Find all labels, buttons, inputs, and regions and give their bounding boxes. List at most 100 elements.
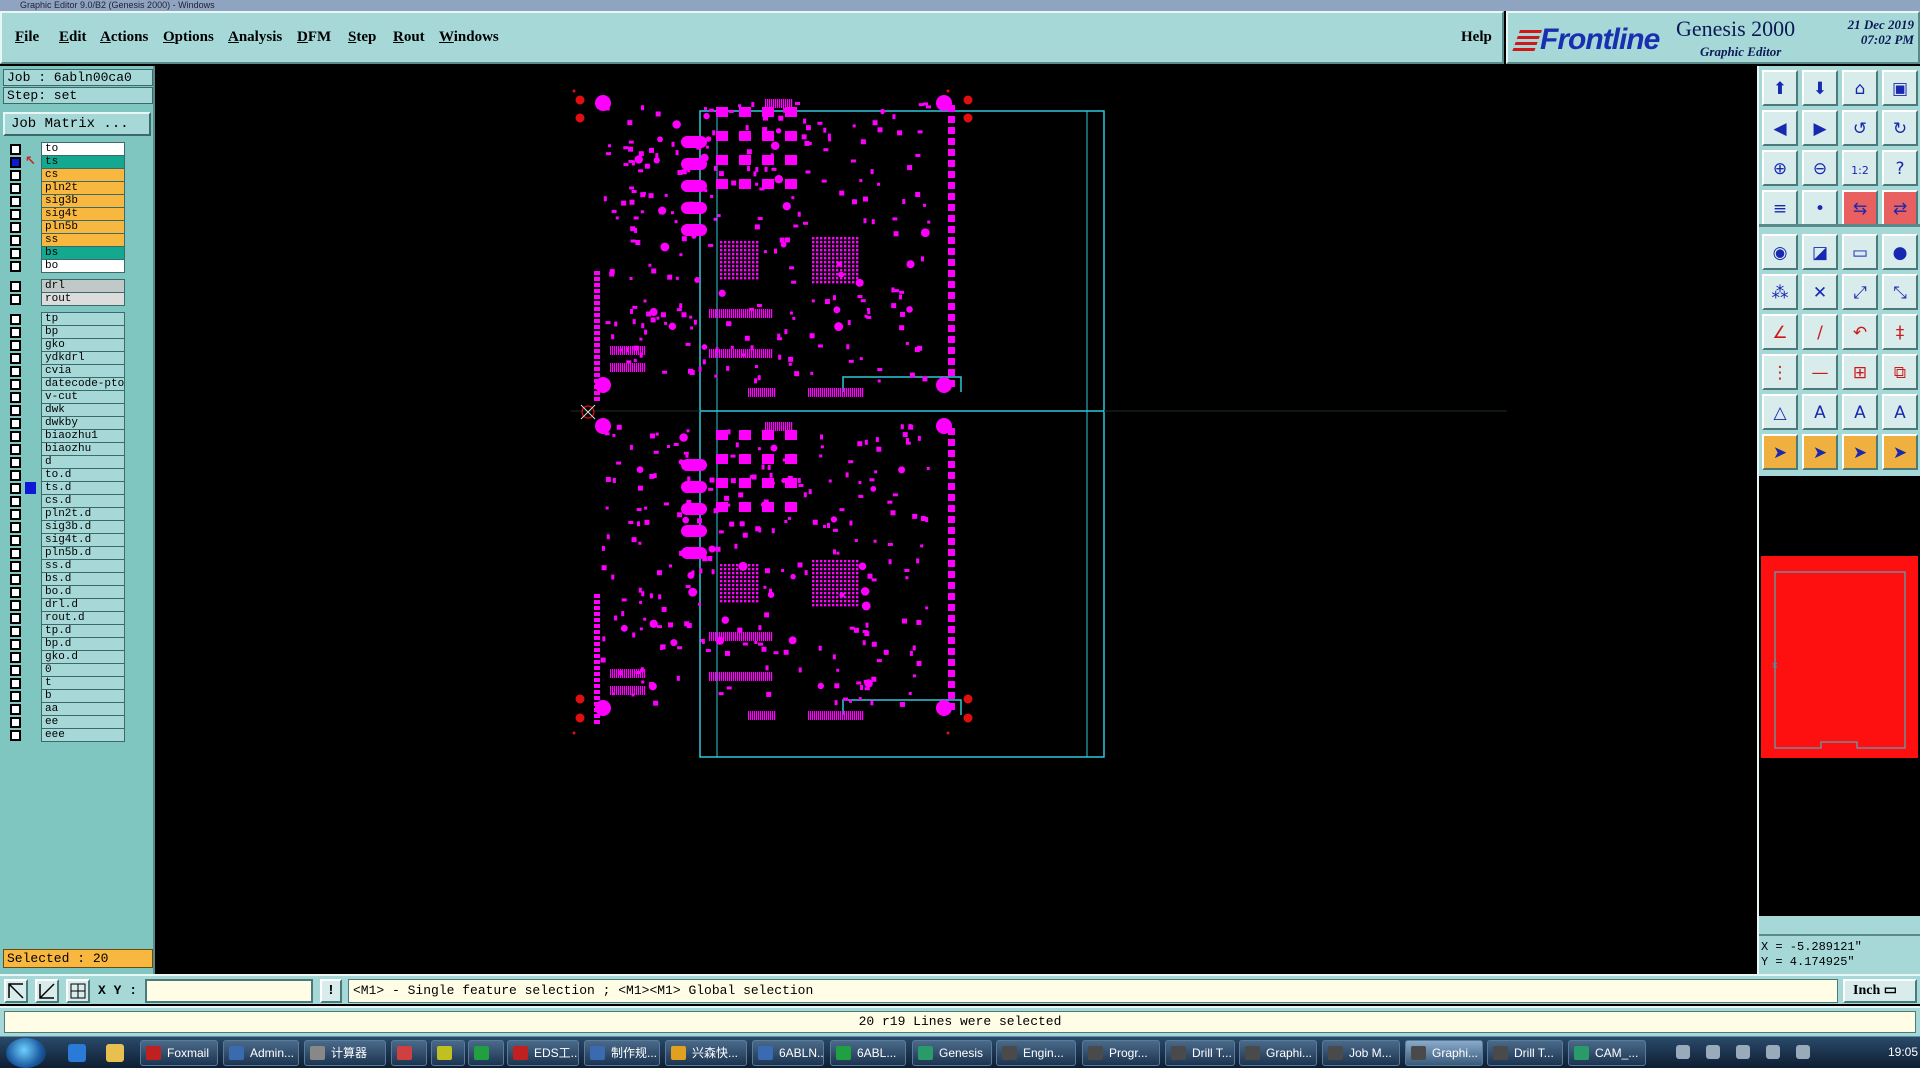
layer-name[interactable]: cvia	[41, 364, 125, 378]
layer-checkbox[interactable]	[10, 678, 21, 689]
zoom-fit-icon[interactable]: ⬇	[1802, 70, 1838, 106]
layer-row[interactable]: sig3b	[3, 194, 125, 208]
layer-checkbox[interactable]	[10, 392, 21, 403]
layer-checkbox[interactable]	[10, 209, 21, 220]
layer-checkbox[interactable]	[10, 522, 21, 533]
layer-row[interactable]: sig3b.d	[3, 520, 125, 534]
layer-name[interactable]: tp	[41, 312, 125, 326]
pan-left-icon[interactable]: ◀	[1762, 110, 1798, 146]
layer-name[interactable]: rout	[41, 292, 125, 306]
flag-icon[interactable]	[1736, 1045, 1750, 1059]
taskbar-item[interactable]: Progr...	[1082, 1040, 1160, 1066]
layer-name[interactable]: biaozhu	[41, 442, 125, 456]
layer-row[interactable]: bp	[3, 325, 125, 339]
layer-name[interactable]: pln2t.d	[41, 507, 125, 521]
layer-checkbox[interactable]	[10, 248, 21, 259]
angle-icon[interactable]: ∠	[1762, 314, 1798, 350]
taskbar-item[interactable]	[391, 1040, 427, 1066]
measure-icon[interactable]: ≡	[1762, 190, 1798, 226]
layer-checkbox[interactable]	[10, 626, 21, 637]
layer-checkbox[interactable]	[10, 639, 21, 650]
pointer3-icon[interactable]: ➤	[1842, 434, 1878, 470]
layer-name[interactable]: drl	[41, 279, 125, 293]
letter-a2-icon[interactable]: A	[1842, 394, 1878, 430]
graphic-canvas[interactable]	[157, 66, 1757, 974]
layer-name[interactable]: sig4t	[41, 207, 125, 221]
snap-icon[interactable]: •	[1802, 190, 1838, 226]
menu-dfm[interactable]: DFM	[297, 29, 331, 46]
query-icon[interactable]: ?	[1882, 150, 1918, 186]
group-icon[interactable]: ⧉	[1882, 354, 1918, 390]
layer-name[interactable]: ss	[41, 233, 125, 247]
layer-checkbox[interactable]	[10, 470, 21, 481]
letter-a-icon[interactable]: A	[1802, 394, 1838, 430]
layer-name[interactable]: 0	[41, 663, 125, 677]
layer-row[interactable]: 0	[3, 663, 125, 677]
layer-checkbox[interactable]	[10, 652, 21, 663]
menu-options[interactable]: Options	[163, 29, 214, 46]
layer-name[interactable]: dwk	[41, 403, 125, 417]
layer-name[interactable]: to.d	[41, 468, 125, 482]
fill-icon[interactable]: ●	[1882, 234, 1918, 270]
letter-a3-icon[interactable]: A	[1882, 394, 1918, 430]
message-toggle-button[interactable]: !	[320, 979, 342, 1003]
pointer-icon[interactable]: ➤	[1762, 434, 1798, 470]
layer-name[interactable]: gko	[41, 338, 125, 352]
layer-row[interactable]: pln5b.d	[3, 546, 125, 560]
keyboard-icon[interactable]	[1676, 1045, 1690, 1059]
layer-checkbox[interactable]	[10, 222, 21, 233]
layer-checkbox[interactable]	[10, 483, 21, 494]
rotate-icon[interactable]: ↶	[1842, 314, 1878, 350]
layer-row[interactable]: rout.d	[3, 611, 125, 625]
layer-name[interactable]: rout.d	[41, 611, 125, 625]
layer-name[interactable]: ss.d	[41, 559, 125, 573]
zoom-in-icon[interactable]: ⊕	[1762, 150, 1798, 186]
layer-row[interactable]: ts.d	[3, 481, 125, 495]
layer-name[interactable]: sig3b.d	[41, 520, 125, 534]
xy-coordinate-input[interactable]	[145, 979, 313, 1003]
layer-checkbox[interactable]	[10, 431, 21, 442]
cross-icon[interactable]: ✕	[1802, 274, 1838, 310]
layer-checkbox[interactable]	[10, 496, 21, 507]
layer-row[interactable]: ee	[3, 715, 125, 729]
layer-name[interactable]: dwkby	[41, 416, 125, 430]
network-icon[interactable]	[1766, 1045, 1780, 1059]
cursor-mode-icon[interactable]	[4, 979, 28, 1003]
start-button-icon[interactable]	[6, 1038, 46, 1068]
home-icon[interactable]: ⌂	[1842, 70, 1878, 106]
layer-name[interactable]: eee	[41, 728, 125, 742]
layer-row[interactable]: b	[3, 689, 125, 703]
job-matrix-button[interactable]: Job Matrix ...	[3, 112, 151, 136]
pan-right-icon[interactable]: ▶	[1802, 110, 1838, 146]
layer-row[interactable]: ydkdrl	[3, 351, 125, 365]
layer-name[interactable]: datecode-pto	[41, 377, 125, 391]
layer-name[interactable]: bp	[41, 325, 125, 339]
layer-checkbox[interactable]	[10, 157, 21, 168]
layer-name[interactable]: drl.d	[41, 598, 125, 612]
menu-windows[interactable]: Windows	[439, 29, 499, 46]
redraw-icon[interactable]: ↻	[1882, 110, 1918, 146]
taskbar-item[interactable]: EDS工...	[507, 1040, 579, 1066]
taskbar-item[interactable]: Foxmail	[140, 1040, 218, 1066]
volume-icon[interactable]	[1796, 1045, 1810, 1059]
taskbar-item[interactable]: 6ABL...	[830, 1040, 906, 1066]
layer-row[interactable]: tp	[3, 312, 125, 326]
taskbar-item[interactable]	[468, 1040, 504, 1066]
menu-edit[interactable]: Edit	[59, 29, 87, 46]
taskbar-item[interactable]: Drill T...	[1487, 1040, 1563, 1066]
layer-name[interactable]: ydkdrl	[41, 351, 125, 365]
layer-checkbox[interactable]	[10, 548, 21, 559]
layer-row[interactable]: pln5b	[3, 220, 125, 234]
layer-checkbox[interactable]	[10, 340, 21, 351]
layer-name[interactable]: ts.d	[41, 481, 125, 495]
layer-checkbox[interactable]	[10, 366, 21, 377]
taskbar-item[interactable]: 制作规...	[584, 1040, 660, 1066]
layer-row[interactable]: dwk	[3, 403, 125, 417]
taskbar-item[interactable]: 6ABLN...	[752, 1040, 824, 1066]
layer-name[interactable]: sig3b	[41, 194, 125, 208]
menu-step[interactable]: Step	[348, 29, 376, 46]
unit-selector[interactable]: Inch ▭	[1843, 979, 1917, 1003]
layer-name[interactable]: bo.d	[41, 585, 125, 599]
menu-rout[interactable]: Rout	[393, 29, 425, 46]
menu-analysis[interactable]: Analysis	[228, 29, 282, 46]
